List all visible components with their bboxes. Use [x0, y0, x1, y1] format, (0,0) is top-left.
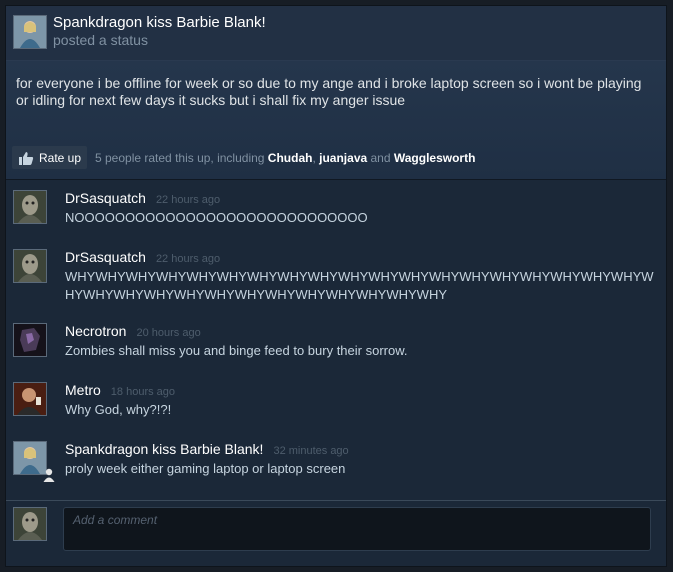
- divider: [6, 179, 666, 180]
- rated-sep: and: [367, 151, 394, 165]
- rated-user-link[interactable]: Wagglesworth: [394, 151, 476, 165]
- post-header: Spankdragon kiss Barbie Blank! posted a …: [6, 6, 666, 61]
- comment-text: Why God, why?!?!: [65, 402, 172, 417]
- commenter-avatar[interactable]: [13, 382, 47, 416]
- commenter-name: Necrotron 20 hours ago: [65, 323, 201, 339]
- commenter-name: Metro 18 hours ago: [65, 382, 175, 398]
- rated-user-link[interactable]: Chudah: [268, 151, 313, 165]
- commenter-name-link[interactable]: DrSasquatch: [65, 249, 146, 265]
- rate-up-label: Rate up: [39, 150, 82, 165]
- rated-summary: 5 people rated this up, including Chudah…: [95, 151, 475, 165]
- status-card: Spankdragon kiss Barbie Blank! posted a …: [5, 5, 667, 567]
- user-icon: [43, 468, 55, 482]
- commenter-name: Spankdragon kiss Barbie Blank! 32 minutes…: [65, 441, 349, 457]
- commenter-name-link[interactable]: Metro: [65, 382, 101, 398]
- rated-prefix: 5 people rated this up, including: [95, 151, 268, 165]
- my-avatar: [13, 507, 47, 541]
- comment-composer: [6, 500, 666, 567]
- comment-text: proly week either gaming laptop or lapto…: [65, 461, 346, 476]
- post-subtitle: posted a status: [53, 32, 148, 48]
- rate-up-button[interactable]: Rate up: [12, 146, 88, 169]
- author-avatar[interactable]: [13, 15, 47, 49]
- comment-text: WHYWHYWHYWHYWHYWHYWHYWHYWHYWHYWHYWHYWHYW…: [65, 269, 654, 302]
- thumbs-up-icon: [19, 151, 34, 165]
- commenter-avatar[interactable]: [13, 190, 47, 224]
- commenter-name: DrSasquatch 22 hours ago: [65, 190, 220, 206]
- commenter-avatar[interactable]: [13, 249, 47, 283]
- comment-text: Zombies shall miss you and binge feed to…: [65, 343, 408, 358]
- status-body: for everyone i be offline for week or so…: [6, 61, 666, 179]
- comment-input[interactable]: [63, 507, 651, 551]
- comment-time: 22 hours ago: [155, 253, 221, 265]
- author-name[interactable]: Spankdragon kiss Barbie Blank!: [53, 14, 266, 31]
- commenter-name-link[interactable]: Necrotron: [65, 323, 126, 339]
- comment-time: 20 hours ago: [136, 327, 201, 339]
- comment-text: NOOOOOOOOOOOOOOOOOOOOOOOOOOOOO: [65, 210, 368, 225]
- commenter-name-link[interactable]: Spankdragon kiss Barbie Blank!: [65, 441, 263, 457]
- comment-time: 18 hours ago: [110, 386, 176, 398]
- comment-time: 22 hours ago: [155, 194, 221, 206]
- commenter-avatar[interactable]: [13, 441, 47, 475]
- commenter-name-link[interactable]: DrSasquatch: [65, 190, 146, 206]
- rated-user-link[interactable]: juanjava: [319, 151, 367, 165]
- commenter-name: DrSasquatch 22 hours ago: [65, 249, 220, 265]
- comment-time: 32 minutes ago: [273, 445, 349, 457]
- status-text: for everyone i be offline for week or so…: [16, 75, 642, 108]
- commenter-avatar[interactable]: [13, 323, 47, 357]
